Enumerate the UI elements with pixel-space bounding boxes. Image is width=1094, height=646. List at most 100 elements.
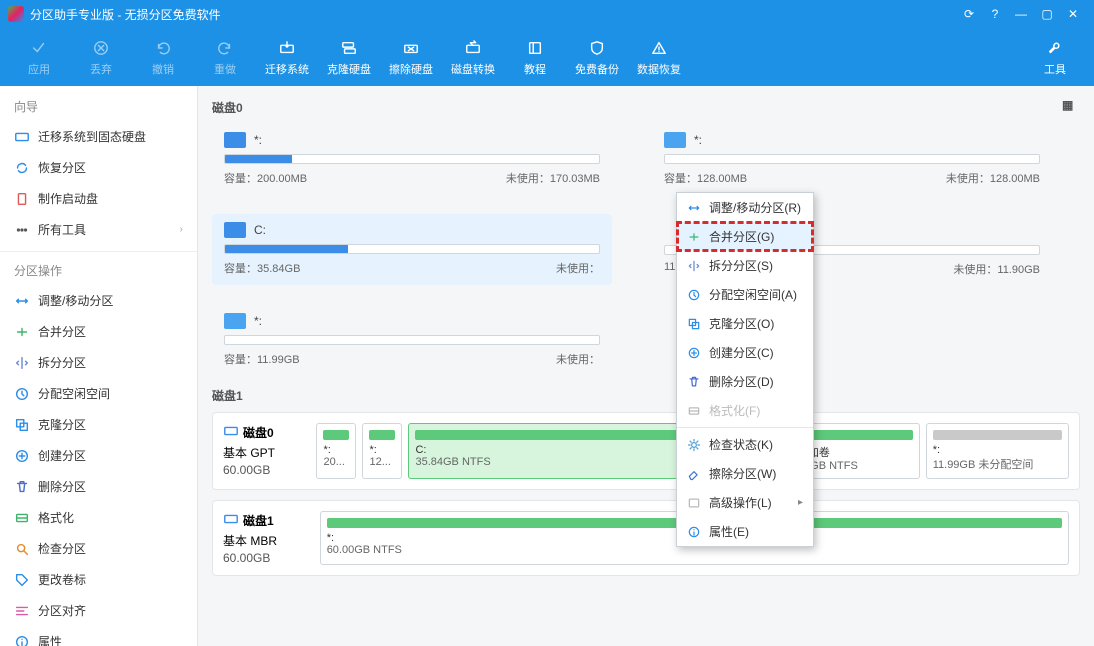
sidebar-item-alloc[interactable]: 分配空闲空间 [0, 378, 197, 409]
drive-icon [224, 132, 246, 148]
plus-icon [687, 346, 701, 360]
view-toggle-icon[interactable]: ▦ [1062, 98, 1080, 116]
drive-icon [224, 222, 246, 238]
sidebar-item-split[interactable]: 拆分分区 [0, 347, 197, 378]
sidebar-item-check[interactable]: 检查分区 [0, 533, 197, 564]
drive-x-icon [400, 37, 422, 59]
sidebar-item-explore[interactable]: 更改卷标 [0, 564, 197, 595]
partition-segment[interactable]: *:20... [316, 423, 356, 479]
help-button[interactable]: ? [982, 4, 1008, 24]
book-icon [524, 37, 546, 59]
sidebar-item-clone-p[interactable]: 克隆分区 [0, 409, 197, 440]
volume-card[interactable]: *:容量：11.99GB未使用： [212, 305, 612, 375]
context-menu-chkfs[interactable]: 检查状态(K) [677, 430, 813, 459]
volume-card[interactable]: *:容量：128.00MB未使用：128.00MB [652, 124, 1052, 194]
shield-icon [586, 37, 608, 59]
copy-icon [14, 417, 30, 433]
sidebar: 向导 迁移系统到固态硬盘恢复分区制作启动盘所有工具› 分区操作 调整/移动分区合… [0, 86, 198, 646]
disk-info: 磁盘1基本 MBR60.00GB [223, 511, 314, 565]
drive-icon [223, 423, 239, 442]
volume-card[interactable]: C:容量：35.84GB未使用： [212, 214, 612, 285]
x-circle-icon [90, 37, 112, 59]
search-icon [14, 541, 30, 557]
partition-segment[interactable]: *:12... [362, 423, 402, 479]
context-menu-format: 格式化(F) [677, 396, 813, 425]
usage-bar [224, 154, 600, 164]
refresh-button[interactable]: ⟳ [956, 4, 982, 24]
context-menu-wipe[interactable]: 擦除分区(W) [677, 459, 813, 488]
sidebar-item-format[interactable]: 格式化 [0, 502, 197, 533]
tag-icon [14, 572, 30, 588]
toolbar: 应用丢弃撤销重做迁移系统克隆硬盘擦除硬盘磁盘转换教程免费备份数据恢复工具 [0, 28, 1094, 86]
sidebar-item-migrate-ssd[interactable]: 迁移系统到固态硬盘 [0, 121, 197, 152]
sidebar-item-make-boot[interactable]: 制作启动盘 [0, 183, 197, 214]
wrench-icon [1044, 37, 1066, 59]
toolbar-tools-button[interactable]: 工具 [1024, 30, 1086, 84]
context-menu-clone[interactable]: 克隆分区(O) [677, 309, 813, 338]
context-menu-prop[interactable]: 属性(E) [677, 517, 813, 546]
resize-icon [14, 293, 30, 309]
title-bar: 分区助手专业版 - 无损分区免费软件 ⟳ ? — ▢ ✕ [0, 0, 1094, 28]
close-button[interactable]: ✕ [1060, 4, 1086, 24]
toolbar-undo-button: 撤销 [132, 30, 194, 84]
context-menu-alloc[interactable]: 分配空闲空间(A) [677, 280, 813, 309]
disk-strip: 磁盘1基本 MBR60.00GB*:60.00GB NTFS [212, 500, 1080, 576]
sidebar-item-all-tools[interactable]: 所有工具› [0, 214, 197, 245]
toolbar-convert-button[interactable]: 磁盘转换 [442, 30, 504, 84]
check-icon [28, 37, 50, 59]
clock-icon [14, 386, 30, 402]
chevron-right-icon: ▸ [798, 497, 803, 508]
minimize-button[interactable]: — [1008, 4, 1034, 24]
usage-bar [224, 335, 600, 345]
toolbar-recover-button[interactable]: 数据恢复 [628, 30, 690, 84]
adv-icon [687, 496, 701, 510]
context-menu-resize[interactable]: 调整/移动分区(R) [677, 193, 813, 222]
sidebar-item-resize[interactable]: 调整/移动分区 [0, 285, 197, 316]
toolbar-backup-button[interactable]: 免费备份 [566, 30, 628, 84]
toolbar-clone-button[interactable]: 克隆硬盘 [318, 30, 380, 84]
recycle-icon [14, 160, 30, 176]
drive-icon [14, 129, 30, 145]
sidebar-item-merge[interactable]: 合并分区 [0, 316, 197, 347]
toolbar-discard-button: 丢弃 [70, 30, 132, 84]
maximize-button[interactable]: ▢ [1034, 4, 1060, 24]
context-menu-split[interactable]: 拆分分区(S) [677, 251, 813, 280]
usage-bar [224, 244, 600, 254]
info-icon [14, 634, 30, 646]
sidebar-item-create[interactable]: 创建分区 [0, 440, 197, 471]
sidebar-item-delete[interactable]: 删除分区 [0, 471, 197, 502]
drive-icon [223, 511, 239, 530]
trash-icon [687, 375, 701, 389]
usage-bar [664, 154, 1040, 164]
context-menu-create[interactable]: 创建分区(C) [677, 338, 813, 367]
undo-icon [152, 37, 174, 59]
sidebar-item-align[interactable]: 分区对齐 [0, 595, 197, 626]
volume-card[interactable]: *:容量：200.00MB未使用：170.03MB [212, 124, 612, 194]
merge-icon [14, 324, 30, 340]
sidebar-ops-header: 分区操作 [0, 251, 197, 285]
usb-icon [14, 191, 30, 207]
partition-segment[interactable]: *:11.99GB 未分配空间 [926, 423, 1069, 479]
drive-arrow-icon [276, 37, 298, 59]
toolbar-wipe-button[interactable]: 擦除硬盘 [380, 30, 442, 84]
disk0-heading: 磁盘0 ▦ [212, 98, 1080, 116]
toolbar-tutorial-button[interactable]: 教程 [504, 30, 566, 84]
merge-icon [687, 230, 701, 244]
disk1-heading: 磁盘1 [212, 387, 1080, 404]
context-menu-delete[interactable]: 删除分区(D) [677, 367, 813, 396]
erase-icon [687, 467, 701, 481]
drive-icon [664, 132, 686, 148]
context-menu-adv[interactable]: 高级操作(L)▸ [677, 488, 813, 517]
toolbar-migrate-button[interactable]: 迁移系统 [256, 30, 318, 84]
sidebar-item-prop[interactable]: 属性 [0, 626, 197, 646]
format-icon [14, 510, 30, 526]
more-icon [14, 222, 30, 238]
volume-grid: *:容量：200.00MB未使用：170.03MB *:容量：128.00MB未使… [212, 124, 1080, 375]
split-icon [687, 259, 701, 273]
sidebar-guide-header: 向导 [0, 94, 197, 121]
chevron-right-icon: › [180, 224, 183, 235]
menu-separator [677, 427, 813, 428]
sidebar-item-recover-part[interactable]: 恢复分区 [0, 152, 197, 183]
drive-icon [224, 313, 246, 329]
context-menu-merge[interactable]: 合并分区(G) [677, 222, 813, 251]
